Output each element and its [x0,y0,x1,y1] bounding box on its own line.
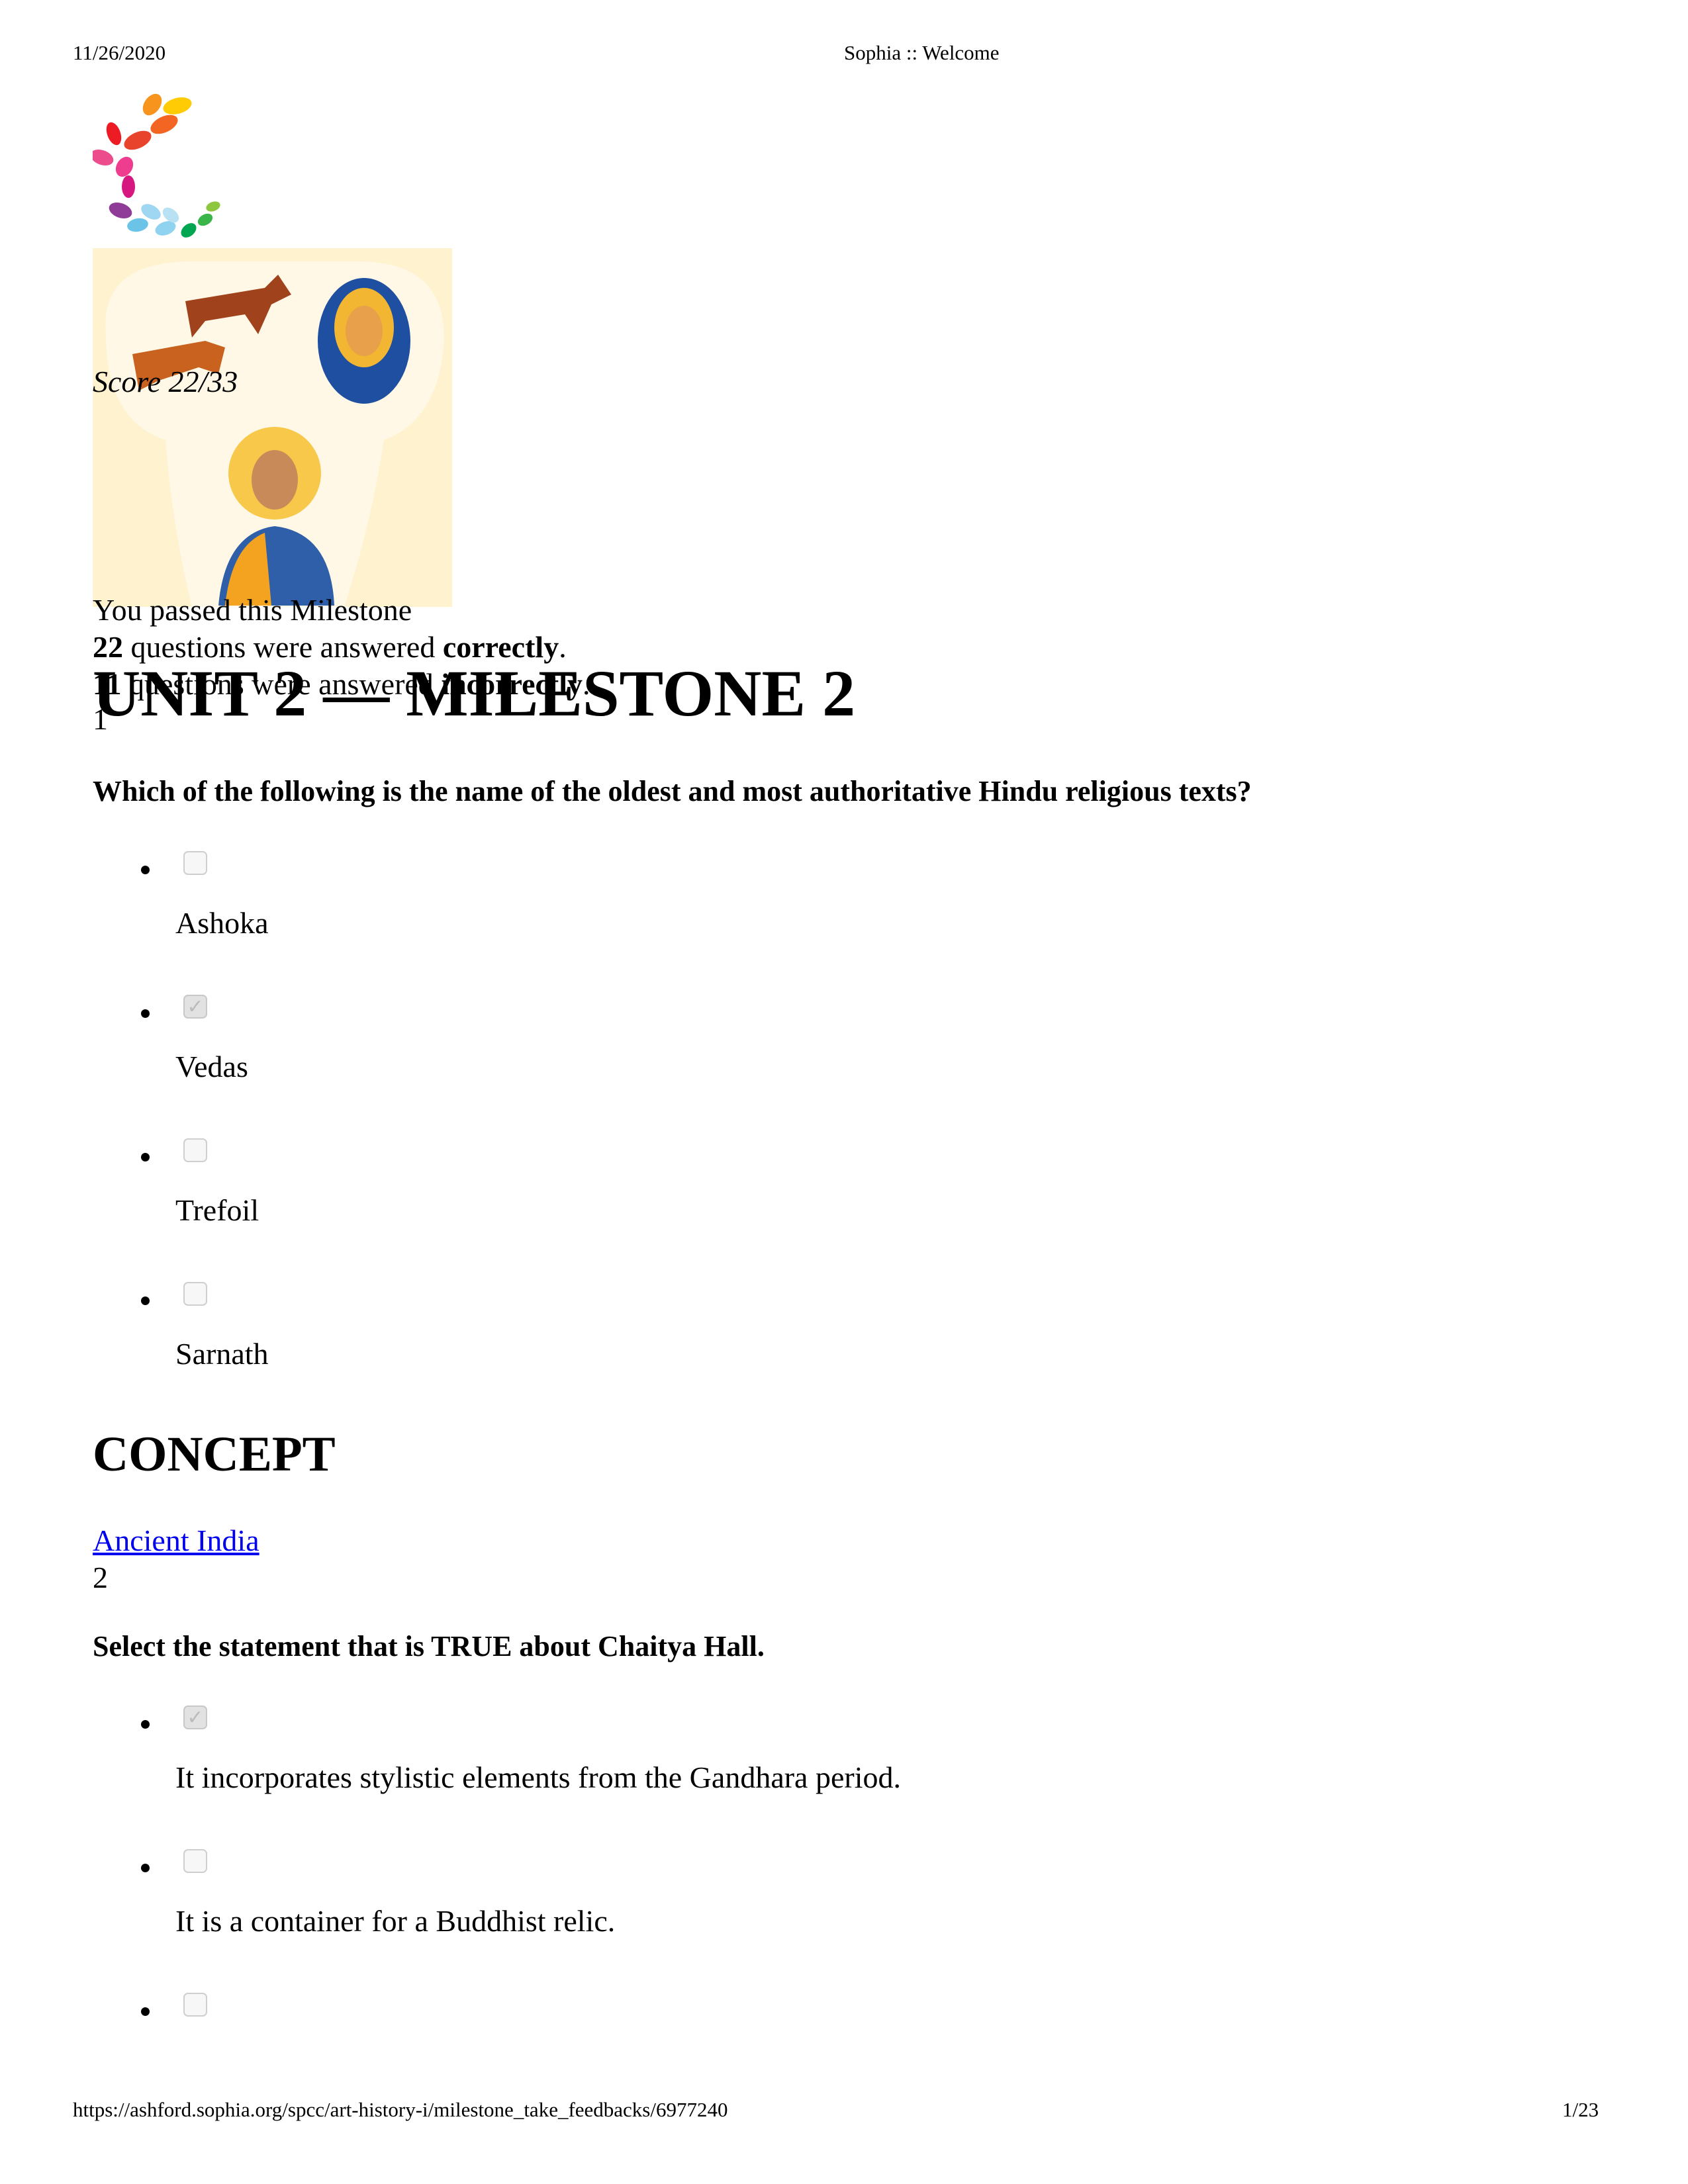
question-text: Select the statement that is TRUE about … [93,1630,765,1662]
answer-checkbox[interactable] [183,851,207,875]
answer-label: Ashoka [175,906,269,940]
bullet [141,1153,150,1161]
answer-checkbox[interactable]: ✓ [183,1706,207,1729]
bullet [141,2007,150,2016]
answer-checkbox[interactable] [183,1138,207,1162]
page-number: 1/23 [1562,2098,1599,2121]
question-text: Which of the following is the name of th… [93,775,1252,807]
page-title: Sophia :: Welcome [844,41,1000,64]
answer-label: Sarnath [175,1337,269,1371]
check-icon: ✓ [187,1706,204,1729]
bullet [141,1720,150,1729]
footer-url: https://ashford.sophia.org/spcc/art-hist… [73,2098,728,2121]
bullet [141,1009,150,1018]
print-date: 11/26/2020 [73,41,166,64]
milestone-art-image [93,248,452,607]
answer-checkbox[interactable] [183,1849,207,1873]
answer-checkbox[interactable] [183,1993,207,2017]
answer-checkbox[interactable] [183,1282,207,1306]
score-label: Score 22/33 [93,365,238,398]
answer-label: It incorporates stylistic elements from … [175,1760,901,1794]
answer-label: It is a container for a Buddhist relic. [175,1904,616,1938]
bullet [141,1864,150,1872]
answer-checkbox[interactable]: ✓ [183,995,207,1019]
concept-link[interactable]: Ancient India [93,1523,259,1558]
bullet [141,866,150,874]
question-number: 1 [93,702,108,736]
answer-label: Vedas [175,1050,248,1083]
milestone-title: UNIT 2 — MILESTONE 2 [93,657,856,730]
bullet [141,1297,150,1305]
concept-heading: CONCEPT [93,1427,336,1482]
answer-label: Trefoil [175,1193,259,1227]
check-icon: ✓ [187,995,204,1019]
sophia-logo [93,93,220,238]
passed-message: You passed this Milestone [93,593,412,627]
question-number: 2 [93,1561,108,1594]
